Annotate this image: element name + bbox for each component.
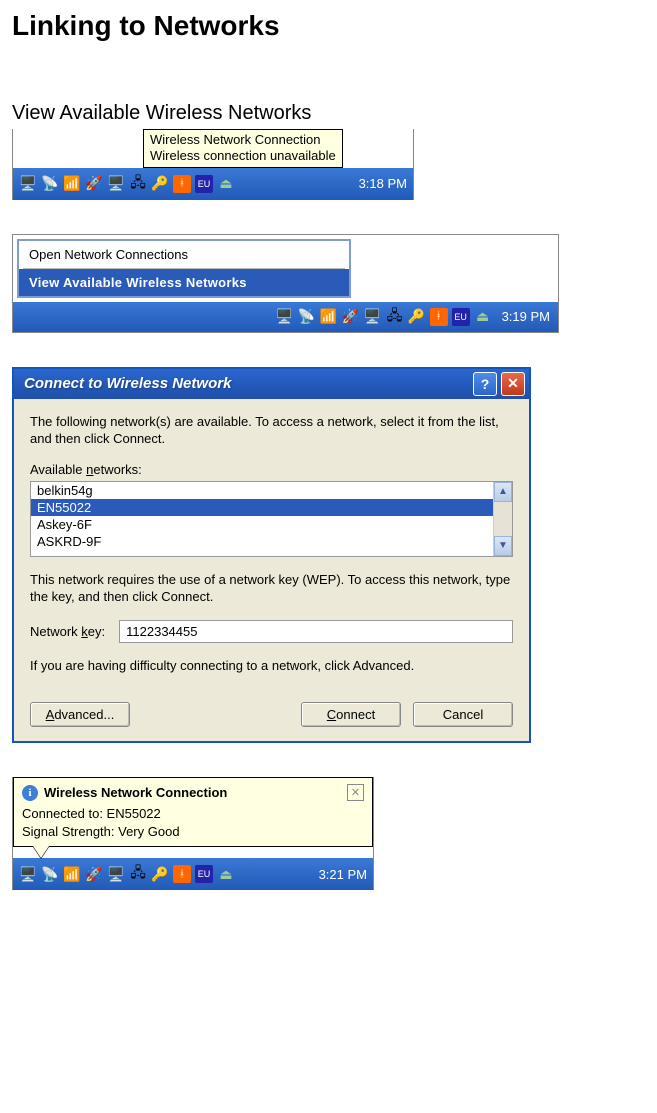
monitor-icon[interactable]: 🖥️	[107, 175, 125, 193]
clock: 3:18 PM	[359, 176, 407, 191]
clock: 3:19 PM	[502, 309, 550, 324]
close-button[interactable]: ✕	[501, 372, 525, 396]
antenna-icon[interactable]: 📡	[41, 865, 59, 883]
network-icon[interactable]: 🖥️	[276, 308, 294, 326]
balloon-tail	[33, 846, 49, 858]
wireless-icon[interactable]: 📶	[63, 175, 81, 193]
bluetooth-icon[interactable]: ᚼ	[173, 175, 191, 193]
cancel-button[interactable]: Cancel	[413, 702, 513, 727]
antenna-icon[interactable]: 📡	[41, 175, 59, 193]
tray-tooltip-screenshot: Wireless Network Connection Wireless con…	[12, 129, 414, 200]
connect-button[interactable]: Connect	[301, 702, 401, 727]
network-item-selected[interactable]: EN55022	[31, 499, 493, 516]
clock: 3:21 PM	[319, 867, 367, 882]
scroll-up-icon[interactable]: ▲	[494, 482, 512, 502]
balloon-close-button[interactable]: ✕	[347, 784, 364, 801]
menu-view-wireless[interactable]: View Available Wireless Networks	[19, 269, 349, 296]
flag-icon[interactable]: EU	[195, 865, 213, 883]
rocket-icon[interactable]: 🚀	[342, 308, 360, 326]
advanced-button[interactable]: Advanced...	[30, 702, 130, 727]
safely-remove-icon[interactable]: ⏏	[474, 308, 492, 326]
network-key-label: Network key:	[30, 624, 105, 639]
network-key-input[interactable]	[119, 620, 513, 643]
info-icon: i	[22, 785, 38, 801]
wireless-icon[interactable]: 📶	[63, 865, 81, 883]
wep-note: This network requires the use of a netwo…	[30, 571, 513, 606]
tray-icons: 🖥️ 📡 📶 🚀 🖥️ 🖧 🔑 ᚼ EU ⏏	[19, 175, 235, 193]
tray-icons: 🖥️ 📡 📶 🚀 🖥️ 🖧 🔑 ᚼ EU ⏏	[276, 308, 492, 326]
net-active-icon[interactable]: 🖧	[129, 865, 147, 883]
safely-remove-icon[interactable]: ⏏	[217, 865, 235, 883]
dialog-titlebar: Connect to Wireless Network ? ✕	[14, 369, 529, 399]
wireless-icon[interactable]: 📶	[320, 308, 338, 326]
connection-balloon: i Wireless Network Connection ✕ Connecte…	[13, 777, 373, 847]
wireless-tooltip: Wireless Network Connection Wireless con…	[143, 129, 343, 168]
network-icon[interactable]: 🖥️	[19, 175, 37, 193]
connect-wireless-dialog: Connect to Wireless Network ? ✕ The foll…	[12, 367, 531, 744]
antenna-icon[interactable]: 📡	[298, 308, 316, 326]
step-heading: View Available Wireless Networks	[12, 102, 645, 125]
balloon-connected-to: Connected to: EN55022	[22, 805, 364, 823]
system-tray: 🖥️ 📡 📶 🚀 🖥️ 🖧 🔑 ᚼ EU ⏏ 3:18 PM	[13, 168, 413, 200]
tooltip-line-2: Wireless connection unavailable	[150, 148, 336, 164]
network-item[interactable]: belkin54g	[31, 482, 493, 499]
system-tray: 🖥️ 📡 📶 🚀 🖥️ 🖧 🔑 ᚼ EU ⏏ 3:21 PM	[13, 858, 373, 890]
advanced-note: If you are having difficulty connecting …	[30, 657, 513, 675]
network-item[interactable]: Askey-6F	[31, 516, 493, 533]
balloon-screenshot: i Wireless Network Connection ✕ Connecte…	[12, 777, 374, 890]
flag-icon[interactable]: EU	[195, 175, 213, 193]
system-tray: 🖥️ 📡 📶 🚀 🖥️ 🖧 🔑 ᚼ EU ⏏ 3:19 PM	[13, 302, 558, 332]
tooltip-line-1: Wireless Network Connection	[150, 132, 336, 148]
key-icon[interactable]: 🔑	[151, 865, 169, 883]
monitor-icon[interactable]: 🖥️	[364, 308, 382, 326]
balloon-signal-strength: Signal Strength: Very Good	[22, 823, 364, 841]
network-item[interactable]: ASKRD-9F	[31, 533, 493, 550]
scroll-down-icon[interactable]: ▼	[494, 536, 512, 556]
monitor-icon[interactable]: 🖥️	[107, 865, 125, 883]
menu-open-connections[interactable]: Open Network Connections	[19, 241, 349, 268]
key-icon[interactable]: 🔑	[408, 308, 426, 326]
scrollbar[interactable]: ▲ ▼	[493, 482, 512, 556]
context-menu-screenshot: Open Network Connections View Available …	[12, 234, 559, 333]
help-button[interactable]: ?	[473, 372, 497, 396]
dialog-title: Connect to Wireless Network	[24, 375, 231, 392]
tray-icons: 🖥️ 📡 📶 🚀 🖥️ 🖧 🔑 ᚼ EU ⏏	[19, 865, 235, 883]
networks-listbox[interactable]: belkin54g EN55022 Askey-6F ASKRD-9F ▲ ▼	[30, 481, 513, 557]
bluetooth-icon[interactable]: ᚼ	[173, 865, 191, 883]
net-disabled-icon[interactable]: 🖧	[386, 308, 404, 326]
key-icon[interactable]: 🔑	[151, 175, 169, 193]
safely-remove-icon[interactable]: ⏏	[217, 175, 235, 193]
flag-icon[interactable]: EU	[452, 308, 470, 326]
rocket-icon[interactable]: 🚀	[85, 865, 103, 883]
page-title: Linking to Networks	[12, 10, 645, 42]
net-disabled-icon[interactable]: 🖧	[129, 175, 147, 193]
available-networks-label: Available networks:	[30, 462, 513, 477]
network-icon[interactable]: 🖥️	[19, 865, 37, 883]
dialog-intro: The following network(s) are available. …	[30, 413, 513, 448]
balloon-title: Wireless Network Connection	[44, 785, 227, 800]
rocket-icon[interactable]: 🚀	[85, 175, 103, 193]
bluetooth-icon[interactable]: ᚼ	[430, 308, 448, 326]
tray-context-menu: Open Network Connections View Available …	[17, 239, 351, 298]
